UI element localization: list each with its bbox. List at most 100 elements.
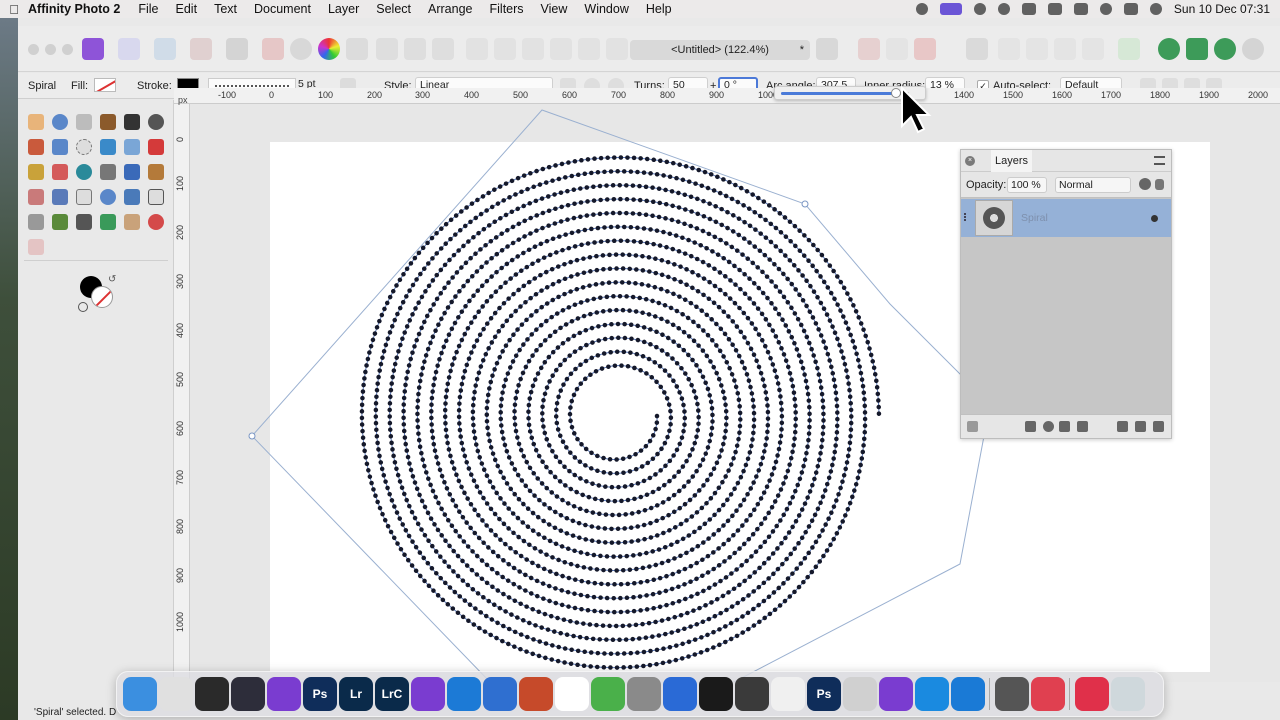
auto-colour-icon[interactable] <box>318 38 340 60</box>
menu-view[interactable]: View <box>541 2 568 16</box>
dock-ink-icon[interactable] <box>663 677 697 711</box>
sync-status-icon[interactable] <box>997 3 1010 15</box>
search-icon[interactable] <box>1099 3 1112 15</box>
adjustment-layer-icon[interactable] <box>1214 38 1236 60</box>
move-tool-icon[interactable] <box>76 114 92 130</box>
secondary-colour-swatch[interactable] <box>91 286 113 308</box>
blend-mode-dropdown[interactable]: Normal <box>1055 177 1131 193</box>
spiral-tool-icon[interactable] <box>148 114 164 130</box>
assistant-icon[interactable] <box>966 38 988 60</box>
dock-pixelmator-icon[interactable] <box>627 677 661 711</box>
auto-white-balance-icon[interactable] <box>346 38 368 60</box>
snapping-icon[interactable] <box>858 38 880 60</box>
account-icon[interactable] <box>1242 38 1264 60</box>
menu-layer[interactable]: Layer <box>328 2 359 16</box>
arrange-bottom-icon[interactable] <box>1082 38 1104 60</box>
layer-fx-preview-icon[interactable] <box>967 421 978 432</box>
align-right-icon[interactable] <box>522 38 544 60</box>
dock-news-icon[interactable] <box>995 677 1029 711</box>
colour-well[interactable]: ↺ <box>78 274 118 314</box>
dock-photoshop-beta-icon[interactable] <box>771 677 805 711</box>
transform-handle-left[interactable] <box>248 432 256 440</box>
align-bottom-icon[interactable] <box>606 38 628 60</box>
dock-affinity-publisher-icon[interactable] <box>267 677 301 711</box>
spiral-path[interactable] <box>361 157 880 669</box>
control-center-icon[interactable] <box>1123 3 1138 15</box>
fill-swatch[interactable] <box>94 78 116 92</box>
menu-arrange[interactable]: Arrange <box>428 2 472 16</box>
no-fill-icon[interactable] <box>78 302 88 312</box>
close-panel-icon[interactable]: × <box>965 156 975 166</box>
dock-downloads-icon[interactable] <box>1075 677 1109 711</box>
close-window-button[interactable] <box>28 44 39 55</box>
crop-tool-icon[interactable] <box>124 114 140 130</box>
place-image-icon[interactable] <box>52 214 68 230</box>
panel-menu-icon[interactable] <box>1154 156 1165 165</box>
marquee-select-icon[interactable] <box>376 38 398 60</box>
flood-select-icon[interactable] <box>52 139 68 155</box>
dock-preview-icon[interactable]: Ps <box>807 677 841 711</box>
dock-affinity-designer-beta-icon[interactable] <box>843 677 877 711</box>
delete-layer-icon[interactable] <box>1153 421 1164 432</box>
blemish-tool-icon[interactable] <box>148 214 164 230</box>
dock-affinity-photo-icon[interactable] <box>411 677 445 711</box>
dock-affinity-photo-beta-icon[interactable] <box>699 677 733 711</box>
spiral-dotted-stroke[interactable] <box>359 155 882 670</box>
wifi-icon[interactable] <box>1021 3 1036 15</box>
align-middle-icon[interactable] <box>578 38 600 60</box>
marquee-tool-icon[interactable] <box>76 139 92 155</box>
layers-tab[interactable]: Layers <box>991 150 1033 172</box>
liquify-persona-icon[interactable] <box>118 38 140 60</box>
add-group-icon[interactable] <box>1117 421 1128 432</box>
status-menu-icon[interactable] <box>915 3 928 15</box>
dock-affinity-designer-2-icon[interactable] <box>483 677 517 711</box>
pixel-tool-icon[interactable] <box>124 139 140 155</box>
align-left-icon[interactable] <box>466 38 488 60</box>
perspective-tool-icon[interactable] <box>28 214 44 230</box>
menu-help[interactable]: Help <box>646 2 672 16</box>
align-top-icon[interactable] <box>550 38 572 60</box>
deselect-icon[interactable] <box>404 38 426 60</box>
siri-icon[interactable] <box>1149 3 1162 15</box>
menu-select[interactable]: Select <box>376 2 411 16</box>
align-panel-icon[interactable] <box>1118 38 1140 60</box>
tone-mapping-persona-icon[interactable] <box>190 38 212 60</box>
text-tool-icon[interactable] <box>148 189 164 205</box>
creative-cloud-status-icon[interactable] <box>973 3 986 15</box>
color-picker-tool-icon[interactable] <box>100 114 116 130</box>
align-center-icon[interactable] <box>494 38 516 60</box>
dock-safari-icon[interactable] <box>915 677 949 711</box>
group-layer-icon[interactable] <box>1186 38 1208 60</box>
layer-row-spiral[interactable]: Spiral <box>961 199 1171 237</box>
photo-persona-icon[interactable] <box>82 38 104 60</box>
erase-brush-icon[interactable] <box>148 139 164 155</box>
inner-radius-slider-track[interactable] <box>781 88 909 98</box>
bluetooth-icon[interactable] <box>1047 3 1062 15</box>
pencil-tool-icon[interactable] <box>76 214 92 230</box>
menu-clock[interactable]: Sun 10 Dec 07:31 <box>1174 2 1270 16</box>
adjustments-icon[interactable] <box>1043 421 1054 432</box>
dock-creative-cloud-icon[interactable] <box>1031 677 1065 711</box>
dock-lightroom-icon[interactable]: Lr <box>339 677 373 711</box>
selection-brush-icon[interactable] <box>28 139 44 155</box>
clone-tool-icon[interactable] <box>100 164 116 180</box>
dock-chrome-icon[interactable] <box>195 677 229 711</box>
pen-tool-icon[interactable] <box>52 189 68 205</box>
transform-handle-top-right[interactable] <box>801 200 809 208</box>
layer-effects-icon[interactable] <box>1059 421 1070 432</box>
node-tool-icon[interactable] <box>76 189 92 205</box>
pixel-grid-icon[interactable] <box>28 239 44 255</box>
arrange-forward-icon[interactable] <box>998 38 1020 60</box>
red-eye-tool-icon[interactable] <box>28 189 44 205</box>
dock-photos-icon[interactable] <box>735 677 769 711</box>
export-persona-icon[interactable] <box>226 38 248 60</box>
develop-persona-icon[interactable] <box>154 38 176 60</box>
document-tab[interactable]: <Untitled> (122.4%) * <box>630 40 810 60</box>
auto-levels-icon[interactable] <box>290 38 312 60</box>
menu-edit[interactable]: Edit <box>176 2 198 16</box>
dock-trash-icon[interactable] <box>1111 677 1145 711</box>
dodge-tool-icon[interactable] <box>76 164 92 180</box>
zoom-window-button[interactable] <box>62 44 73 55</box>
dock-lightroom-classic-icon[interactable]: LrC <box>375 677 409 711</box>
dock-launchpad-icon[interactable] <box>159 677 193 711</box>
